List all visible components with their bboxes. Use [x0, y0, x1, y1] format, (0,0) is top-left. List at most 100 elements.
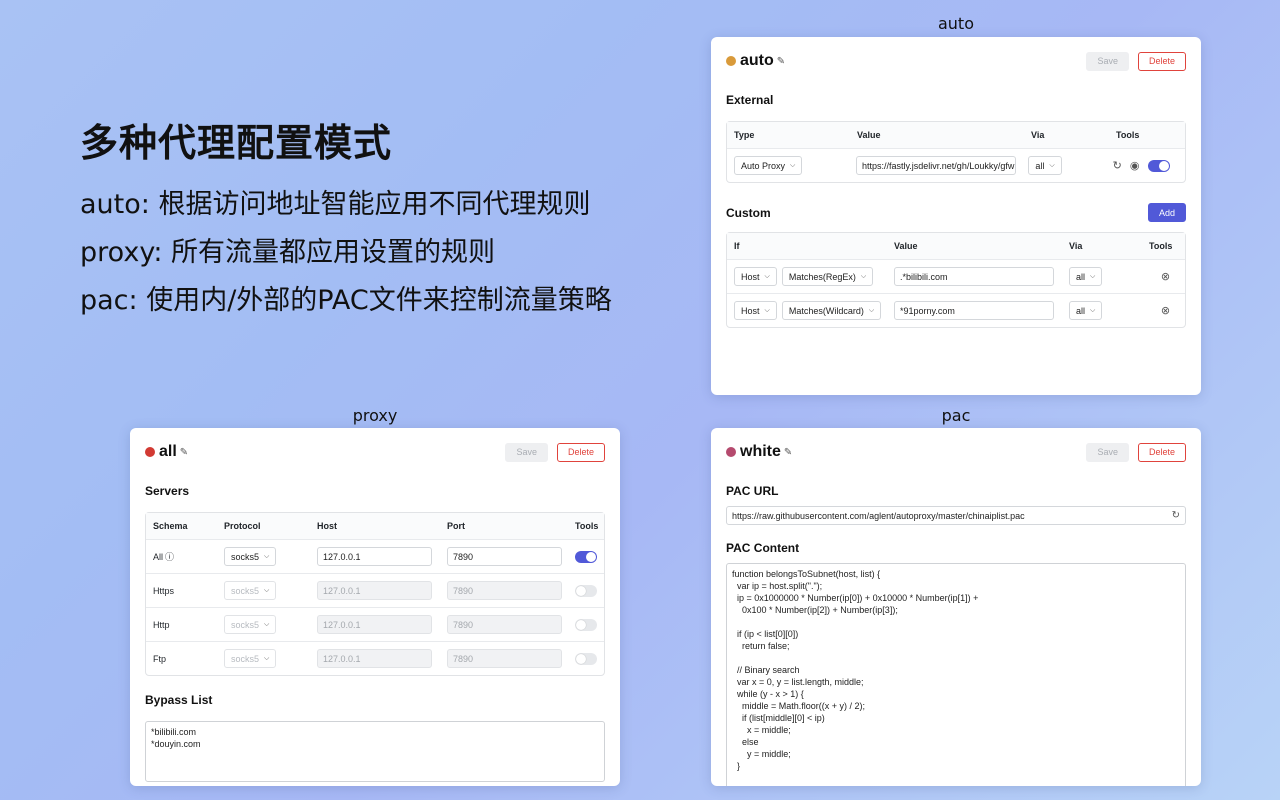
chevron-down-icon: ⌵: [264, 552, 270, 560]
pac-profile-card: white ✎ Save Delete PAC URL https://raw.…: [711, 428, 1201, 786]
save-button[interactable]: Save: [1086, 51, 1129, 71]
chevron-down-icon: ⌵: [764, 306, 770, 314]
delete-button[interactable]: Delete: [1137, 51, 1186, 71]
col-via: Via: [1069, 241, 1083, 251]
pac-url-input[interactable]: https://raw.githubusercontent.com/aglent…: [726, 506, 1186, 525]
hero-line-proxy: proxy: 所有流量都应用设置的规则: [80, 237, 496, 268]
chevron-down-icon: ⌵: [264, 654, 270, 662]
condition-field-select[interactable]: Host ⌵: [734, 267, 777, 286]
custom-section-title: Custom: [726, 205, 771, 220]
refresh-icon[interactable]: ↻: [1172, 510, 1180, 521]
remove-icon[interactable]: ⊗: [1161, 304, 1170, 317]
chevron-down-icon: ⌵: [790, 161, 796, 169]
edit-icon[interactable]: ✎: [777, 56, 785, 67]
chevron-down-icon: ⌵: [1090, 272, 1096, 280]
schema-label: Https: [153, 585, 175, 596]
pac-content-textarea[interactable]: function belongsToSubnet(host, list) { v…: [726, 563, 1186, 786]
save-button[interactable]: Save: [505, 442, 548, 462]
schema-label: Http: [153, 619, 170, 630]
host-input[interactable]: 127.0.0.1: [317, 581, 432, 600]
col-port: Port: [447, 521, 465, 531]
protocol-select[interactable]: socks5 ⌵: [224, 615, 277, 634]
table-header: If Value Via Tools: [727, 233, 1185, 259]
host-input[interactable]: 127.0.0.1: [317, 649, 432, 668]
profile-color-dot[interactable]: [726, 56, 736, 66]
host-input[interactable]: 127.0.0.1: [317, 547, 432, 566]
save-button[interactable]: Save: [1086, 442, 1129, 462]
via-select[interactable]: all ⌵: [1028, 156, 1062, 175]
col-value: Value: [894, 241, 918, 251]
col-via: Via: [1031, 130, 1045, 140]
profile-name: all: [159, 443, 177, 460]
edit-icon[interactable]: ✎: [180, 447, 188, 458]
col-tools: Tools: [1149, 241, 1173, 251]
port-input[interactable]: 7890: [447, 547, 562, 566]
caption-proxy: proxy: [352, 406, 398, 425]
col-tools: Tools: [1116, 130, 1140, 140]
schema-label: All: [153, 551, 164, 562]
info-icon[interactable]: ⓘ: [165, 550, 174, 563]
via-select[interactable]: all ⌵: [1069, 267, 1103, 286]
chevron-down-icon: ⌵: [264, 586, 270, 594]
type-select[interactable]: Auto Proxy ⌵: [734, 156, 803, 175]
table-row: Host ⌵ Matches(Wildcard) ⌵ *91porny.com al…: [727, 293, 1185, 327]
eye-icon[interactable]: ◉: [1130, 159, 1140, 172]
rule-value-input[interactable]: .*bilibili.com: [894, 267, 1054, 286]
port-input[interactable]: 7890: [447, 649, 562, 668]
pac-url-value: https://raw.githubusercontent.com/aglent…: [732, 510, 1025, 521]
enable-toggle[interactable]: [1147, 159, 1170, 172]
remove-icon[interactable]: ⊗: [1161, 270, 1170, 283]
col-tools: Tools: [575, 521, 599, 531]
profile-color-dot[interactable]: [145, 447, 155, 457]
pac-url-title: PAC URL: [726, 484, 779, 498]
external-url-input[interactable]: https://fastly.jsdelivr.net/gh/Loukky/gf…: [855, 156, 1016, 175]
match-type-select[interactable]: Matches(Wildcard) ⌵: [781, 301, 882, 320]
chevron-down-icon: ⌵: [860, 272, 867, 280]
external-section-title: External: [726, 93, 774, 107]
enable-toggle[interactable]: [575, 618, 597, 631]
protocol-select[interactable]: socks5 ⌵: [224, 547, 277, 566]
custom-rules-table: If Value Via Tools Host ⌵ Matches(RegEx) ⌵…: [726, 232, 1186, 328]
match-type-select[interactable]: Matches(RegEx) ⌵: [781, 267, 874, 286]
table-header: Schema Protocol Host Port Tools: [146, 513, 604, 539]
add-rule-button[interactable]: Add: [1147, 203, 1186, 222]
refresh-icon[interactable]: ↻: [1113, 159, 1122, 172]
host-input[interactable]: 127.0.0.1: [317, 615, 432, 634]
hero-line-pac: pac: 使用内/外部的PAC文件来控制流量策略: [80, 285, 612, 316]
protocol-select[interactable]: socks5 ⌵: [224, 649, 277, 668]
protocol-select[interactable]: socks5 ⌵: [224, 581, 277, 600]
delete-button[interactable]: Delete: [1137, 442, 1186, 462]
port-input[interactable]: 7890: [447, 615, 562, 634]
chevron-down-icon: ⌵: [868, 306, 875, 314]
col-host: Host: [317, 521, 337, 531]
condition-field-select[interactable]: Host ⌵: [734, 301, 777, 320]
table-row: Auto Proxy ⌵ https://fastly.jsdelivr.net/…: [727, 148, 1185, 182]
col-schema: Schema: [153, 521, 188, 531]
auto-profile-card: auto ✎ Save Delete External Type Value V…: [711, 37, 1201, 395]
enable-toggle[interactable]: [575, 652, 597, 665]
hero-line-auto: auto: 根据访问地址智能应用不同代理规则: [80, 189, 591, 220]
port-input[interactable]: 7890: [447, 581, 562, 600]
chevron-down-icon: ⌵: [764, 272, 770, 280]
table-row: Http socks5 ⌵ 127.0.0.1 7890: [146, 607, 604, 641]
col-if: If: [734, 241, 740, 251]
via-select[interactable]: all ⌵: [1069, 301, 1103, 320]
chevron-down-icon: ⌵: [264, 620, 270, 628]
enable-toggle[interactable]: [575, 550, 597, 563]
bypass-list-textarea[interactable]: *bilibili.com *douyin.com: [145, 721, 605, 782]
delete-button[interactable]: Delete: [556, 442, 605, 462]
hero: 多种代理配置模式 auto: 根据访问地址智能应用不同代理规则 proxy: 所…: [80, 112, 612, 325]
profile-name: white: [740, 443, 781, 460]
caption-auto: auto: [937, 14, 974, 33]
external-table: Type Value Via Tools Auto Proxy ⌵ https:/…: [726, 121, 1186, 183]
profile-color-dot[interactable]: [726, 447, 736, 457]
enable-toggle[interactable]: [575, 584, 597, 597]
rule-value-input[interactable]: *91porny.com: [894, 301, 1054, 320]
chevron-down-icon: ⌵: [1090, 306, 1096, 314]
schema-label: Ftp: [153, 653, 167, 664]
pac-content-title: PAC Content: [726, 541, 800, 555]
col-type: Type: [734, 130, 755, 140]
hero-title: 多种代理配置模式: [80, 121, 393, 165]
edit-icon[interactable]: ✎: [784, 447, 792, 458]
table-row: Ftp socks5 ⌵ 127.0.0.1 7890: [146, 641, 604, 675]
